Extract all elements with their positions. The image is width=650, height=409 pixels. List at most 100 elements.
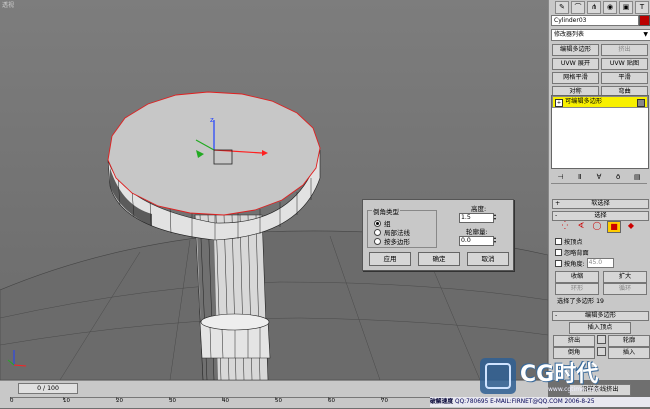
ignore-backfacing-checkbox[interactable]: 忽略背面 — [555, 248, 589, 257]
by-angle-checkbox[interactable]: 按角度: 45.0 — [555, 258, 614, 268]
checkbox-label: 按顶点 — [564, 239, 583, 246]
selection-info: 选择了多边形 19 — [557, 298, 604, 305]
group-title: 倒角类型 — [372, 206, 400, 216]
stack-item-label: 可编辑多边形 — [565, 98, 603, 105]
modifier-list-dropdown[interactable]: 修改器列表 ▼ — [551, 29, 650, 41]
radio-dot — [374, 237, 381, 245]
viewport-scene[interactable]: z — [0, 0, 548, 380]
command-panel-tabs: ✎ ⌒ ⋔ ◉ ▣ T — [549, 0, 650, 14]
rollout-title: 软选择 — [591, 200, 610, 207]
polygon-level-icon[interactable]: ■ — [607, 221, 621, 233]
rollout-minus-icon: - — [555, 212, 558, 219]
pin-stack-icon[interactable]: ⊣ — [556, 172, 566, 182]
modifier-button-meshsmooth[interactable]: 网格平滑 — [552, 72, 599, 84]
cancel-button[interactable]: 取消 — [467, 252, 509, 266]
modifier-button-uvw-unwrap[interactable]: UVW 展开 — [552, 58, 599, 70]
make-unique-icon[interactable]: ∀ — [594, 172, 604, 182]
inset-button[interactable]: 插入 — [608, 347, 650, 359]
bevel-settings-icon[interactable] — [597, 347, 606, 356]
timeline-tick: 10 — [63, 397, 70, 404]
edge-level-icon[interactable]: ∢ — [575, 221, 587, 231]
modify-tab-icon[interactable]: ⌒ — [571, 0, 585, 14]
outline-spinner-arrows-icon[interactable]: ▴ ▾ — [494, 236, 499, 244]
configure-sets-icon[interactable]: ▤ — [632, 172, 642, 182]
outline-label: 轮廓量: — [466, 228, 488, 236]
edit-polygons-rollout[interactable]: - 编辑多边形 — [552, 311, 649, 321]
checkbox-label: 按角度: — [564, 260, 585, 268]
viewport-label[interactable]: 透视 — [2, 0, 14, 9]
modifier-button-extrude[interactable]: 挤出 — [601, 44, 648, 56]
ring-loop-row: 环形 循环 — [555, 283, 647, 295]
by-vertex-checkbox[interactable]: 按顶点 — [555, 237, 583, 246]
extrude-settings-icon[interactable] — [597, 335, 606, 344]
status-date: 2006-8-25 — [564, 399, 595, 405]
timeline-tick: 50 — [275, 397, 282, 404]
ring-button[interactable]: 环形 — [555, 283, 599, 295]
hierarchy-tab-icon[interactable]: ⋔ — [587, 0, 601, 14]
element-level-icon[interactable]: ◆ — [625, 221, 637, 231]
rollout-plus-icon: + — [555, 200, 561, 207]
angle-spinner[interactable]: 45.0 — [586, 258, 614, 268]
timeline-tick: 40 — [222, 397, 229, 404]
bevel-polygons-dialog: 倒角类型 组 局部法线 按多边形 高度: 1.5 ▴ ▾ 轮廓量: 0.0 ▴ ▾ … — [362, 199, 514, 271]
create-tab-icon[interactable]: ✎ — [555, 0, 569, 14]
timeline-tick: 20 — [116, 397, 123, 404]
chevron-down-icon: ▼ — [643, 31, 648, 38]
perspective-viewport[interactable]: z 透视 — [0, 0, 548, 380]
rollout-title: 编辑多边形 — [585, 312, 616, 319]
modifier-button-edit-poly[interactable]: 编辑多边形 — [552, 44, 599, 56]
checkbox-label: 忽略背面 — [564, 250, 589, 257]
modifier-buttons: 编辑多边形 挤出 UVW 展开 UVW 贴图 网格平滑 平滑 对称 弯曲 — [552, 44, 648, 98]
utilities-tab-icon[interactable]: T — [635, 0, 649, 14]
outline-button[interactable]: 轮廓 — [608, 335, 650, 347]
border-level-icon[interactable]: ◯ — [591, 221, 603, 231]
height-spinner[interactable]: 1.5 — [459, 213, 494, 223]
soft-selection-rollout[interactable]: + 软选择 — [552, 199, 649, 209]
timeline-tick: 0 — [10, 397, 14, 404]
extrude-button[interactable]: 挤出 — [553, 335, 595, 347]
display-tab-icon[interactable]: ▣ — [619, 0, 633, 14]
checkbox-box — [555, 259, 562, 267]
shrink-button[interactable]: 收缩 — [555, 271, 599, 283]
loop-button[interactable]: 循环 — [603, 283, 647, 295]
motion-tab-icon[interactable]: ◉ — [603, 0, 617, 14]
object-color-swatch[interactable] — [639, 15, 650, 26]
radio-by-polygon[interactable]: 按多边形 — [374, 236, 410, 246]
show-end-result-icon[interactable]: Ⅱ — [575, 172, 585, 182]
modifier-list-label: 修改器列表 — [554, 31, 585, 38]
checkbox-box — [555, 238, 562, 245]
apply-button[interactable]: 应用 — [369, 252, 411, 266]
subobject-level-icons: ⁛ ∢ ◯ ■ ◆ — [559, 221, 637, 233]
watermark-url: www.cgtime.com — [548, 386, 600, 393]
stack-item-toggle[interactable] — [637, 99, 645, 107]
shrink-grow-row: 收缩 扩大 — [555, 271, 647, 283]
grow-button[interactable]: 扩大 — [603, 271, 647, 283]
vertex-level-icon[interactable]: ⁛ — [559, 221, 571, 231]
watermark-text: CG时代 — [520, 362, 599, 387]
insert-vertex-button[interactable]: 插入顶点 — [569, 322, 631, 334]
time-slider[interactable]: 0 / 100 — [18, 383, 78, 394]
modifier-stack[interactable]: + 可编辑多边形 — [551, 95, 649, 169]
remove-modifier-icon[interactable]: ō — [613, 172, 623, 182]
modifier-button-smooth[interactable]: 平滑 — [601, 72, 648, 84]
timeline-tick: 70 — [381, 397, 388, 404]
stack-tools: ⊣ Ⅱ ∀ ō ▤ — [551, 171, 647, 184]
radio-dot — [374, 219, 381, 227]
height-spinner-arrows-icon[interactable]: ▴ ▾ — [494, 213, 499, 221]
radio-dot — [374, 228, 381, 236]
ok-button[interactable]: 确定 — [418, 252, 460, 266]
height-label: 高度: — [471, 205, 487, 213]
status-contact: QQ:780695 E-MAIL:FIRNET@QQ.COM — [455, 399, 563, 405]
extrude-outline-row: 挤出 轮廓 — [553, 335, 650, 347]
command-panel: ✎ ⌒ ⋔ ◉ ▣ T Cylinder03 修改器列表 ▼ 编辑多边形 挤出 … — [548, 0, 650, 396]
timeline-tick: 60 — [328, 397, 335, 404]
svg-text:z: z — [210, 116, 214, 124]
outline-spinner[interactable]: 0.0 — [459, 236, 494, 246]
selection-rollout[interactable]: - 选择 — [552, 211, 649, 221]
status-bar: 破解速度 QQ:780695 E-MAIL:FIRNET@QQ.COM 2006… — [430, 397, 650, 407]
stack-item-editable-poly[interactable]: + 可编辑多边形 — [552, 96, 648, 108]
object-name-field[interactable]: Cylinder03 — [551, 15, 639, 26]
expand-plus-icon[interactable]: + — [555, 99, 563, 107]
modifier-button-uvw-map[interactable]: UVW 贴图 — [601, 58, 648, 70]
rollout-minus-icon: - — [555, 312, 558, 319]
